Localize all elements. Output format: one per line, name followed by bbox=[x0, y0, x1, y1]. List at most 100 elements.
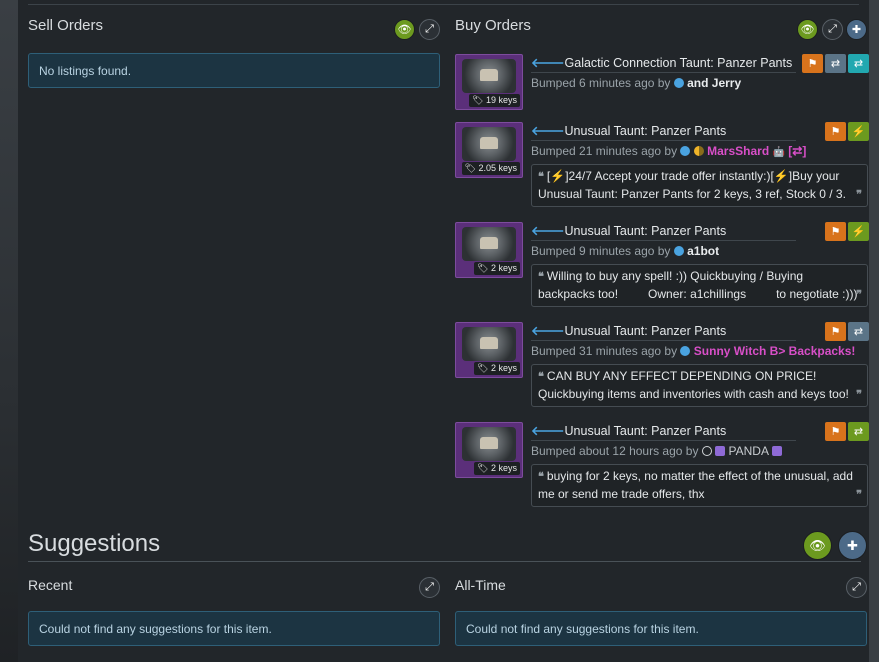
eye-icon: 👁 bbox=[809, 537, 826, 553]
sell-orders-title: Sell Orders bbox=[28, 17, 104, 34]
exchange-icon: ⇄ bbox=[853, 426, 864, 438]
listing-actions: ⚑ ⇄ bbox=[825, 322, 869, 341]
arrow-left-icon: 🡐 bbox=[531, 56, 565, 70]
page-background-left bbox=[0, 0, 18, 662]
suggestions-toggle-visibility-button[interactable]: 👁 bbox=[803, 531, 832, 560]
listing-actions: ⚑ ⚡ bbox=[825, 222, 869, 241]
item-thumbnail[interactable]: 🏷 2.05 keys bbox=[455, 122, 523, 178]
listing-bumped: Bumped 9 minutes ago by a1bot bbox=[531, 244, 720, 258]
listing-item: 🏷 2 keys 🡐Unusual Taunt: Panzer Pants Bu… bbox=[455, 222, 869, 310]
buy-expand-button[interactable]: ⤢ bbox=[822, 19, 843, 40]
listing-bumped: Bumped 31 minutes ago by Sunny Witch B> … bbox=[531, 344, 856, 358]
item-thumbnail[interactable]: 🏷 2 keys bbox=[455, 322, 523, 378]
status-dot-icon bbox=[673, 246, 684, 256]
exchange-icon: ⇄ bbox=[830, 58, 841, 70]
listing-title[interactable]: 🡐Unusual Taunt: Panzer Pants bbox=[531, 224, 796, 241]
expand-icon: ⤢ bbox=[852, 581, 861, 593]
trade-offer-button[interactable]: ⇄ bbox=[825, 54, 846, 73]
listing-bumped: Bumped 6 minutes ago by and Jerry bbox=[531, 76, 742, 90]
alltime-title: All-Time bbox=[455, 577, 506, 593]
recent-expand-button[interactable]: ⤢ bbox=[419, 577, 440, 598]
user-link[interactable]: and Jerry bbox=[687, 76, 741, 90]
listing-actions: ⚑ ⇄ bbox=[825, 422, 869, 441]
page-background-right bbox=[869, 0, 879, 662]
report-button[interactable]: ⚑ bbox=[825, 422, 846, 441]
user-link[interactable]: a1bot bbox=[687, 244, 719, 258]
expand-icon: ⤢ bbox=[425, 581, 434, 593]
buy-add-listing-button[interactable]: ✚ bbox=[846, 19, 867, 40]
status-dot-icon bbox=[680, 346, 691, 356]
instant-trade-button[interactable]: ⚡ bbox=[848, 222, 869, 241]
sell-toggle-visibility-button[interactable]: 👁 bbox=[394, 19, 415, 40]
plus-icon: ✚ bbox=[851, 24, 862, 36]
listing-comment: ❝ CAN BUY ANY EFFECT DEPENDING ON PRICE! … bbox=[531, 364, 868, 407]
listing-bumped: Bumped about 12 hours ago by PANDA bbox=[531, 444, 782, 458]
sell-expand-button[interactable]: ⤢ bbox=[419, 19, 440, 40]
status-dot-icon bbox=[680, 146, 691, 156]
listing-title[interactable]: 🡐Galactic Connection Taunt: Panzer Pants bbox=[531, 56, 796, 73]
tag-icon: 🏷 bbox=[472, 95, 484, 105]
exchange-icon: ⇄ bbox=[853, 326, 864, 338]
price-badge: 🏷 2 keys bbox=[474, 262, 520, 275]
tag-icon: 🏷 bbox=[477, 463, 489, 473]
report-button[interactable]: ⚑ bbox=[825, 122, 846, 141]
item-image bbox=[462, 327, 516, 361]
report-button[interactable]: ⚑ bbox=[825, 222, 846, 241]
listing-title[interactable]: 🡐Unusual Taunt: Panzer Pants bbox=[531, 124, 796, 141]
user-link[interactable]: MarsShard bbox=[707, 144, 769, 158]
sell-empty-notice: No listings found. bbox=[28, 53, 440, 88]
arrow-left-icon: 🡐 bbox=[531, 424, 565, 438]
price-badge: 🏷 2 keys bbox=[474, 362, 520, 375]
trade-button[interactable]: ⇄ bbox=[848, 54, 869, 73]
report-button[interactable]: ⚑ bbox=[802, 54, 823, 73]
listing-actions: ⚑ ⇄ ⇄ bbox=[802, 54, 869, 73]
lightning-icon: ⚡ bbox=[550, 169, 566, 183]
suggestions-add-button[interactable]: ✚ bbox=[838, 531, 867, 560]
buy-toggle-visibility-button[interactable]: 👁 bbox=[797, 19, 818, 40]
report-button[interactable]: ⚑ bbox=[825, 322, 846, 341]
offline-dot-icon bbox=[701, 446, 712, 456]
listing-item: 🏷 2 keys 🡐Unusual Taunt: Panzer Pants Bu… bbox=[455, 422, 869, 510]
item-thumbnail[interactable]: 🏷 2 keys bbox=[455, 222, 523, 278]
status-dot-icon bbox=[673, 78, 684, 88]
suggestions-divider bbox=[28, 561, 861, 562]
quote-close-icon: ❞ bbox=[856, 289, 862, 301]
plus-icon: ✚ bbox=[847, 537, 858, 553]
listing-title[interactable]: 🡐Unusual Taunt: Panzer Pants bbox=[531, 424, 796, 441]
trade-offer-button[interactable]: ⇄ bbox=[848, 422, 869, 441]
recent-title: Recent bbox=[28, 577, 73, 593]
quote-close-icon: ❞ bbox=[856, 189, 862, 201]
listing-comment: ❝ Willing to buy any spell! :)) Quickbuyi… bbox=[531, 264, 868, 307]
exchange-icon: ⇄ bbox=[853, 58, 864, 70]
instant-trade-button[interactable]: ⚡ bbox=[848, 122, 869, 141]
user-link[interactable]: PANDA bbox=[729, 444, 769, 458]
tag-icon: 🏷 bbox=[477, 363, 489, 373]
item-thumbnail[interactable]: 🏷 2 keys bbox=[455, 422, 523, 478]
quote-close-icon: ❞ bbox=[856, 489, 862, 501]
badge-icon bbox=[771, 446, 782, 456]
listing-bumped: Bumped 21 minutes ago by MarsShard 🤖 [⇄] bbox=[531, 144, 807, 158]
quote-open-icon: ❝ bbox=[538, 471, 544, 483]
premium-icon bbox=[693, 146, 704, 156]
lightning-icon: ⚡ bbox=[851, 126, 866, 138]
eye-icon: 👁 bbox=[397, 24, 412, 36]
trade-offer-button[interactable]: ⇄ bbox=[848, 322, 869, 341]
badge-icon bbox=[715, 446, 726, 456]
item-image bbox=[462, 59, 516, 93]
suggestions-title: Suggestions bbox=[28, 530, 161, 557]
top-divider bbox=[28, 4, 859, 5]
lightning-icon: ⚡ bbox=[851, 226, 866, 238]
item-thumbnail[interactable]: 🏷 19 keys bbox=[455, 54, 523, 110]
arrow-left-icon: 🡐 bbox=[531, 124, 565, 138]
user-link[interactable]: Sunny Witch B> Backpacks! bbox=[694, 344, 856, 358]
trade-icon: [⇄] bbox=[788, 144, 807, 158]
listing-comment: ❝ [⚡]24/7 Accept your trade offer instant… bbox=[531, 164, 868, 207]
price-badge: 🏷 2 keys bbox=[474, 462, 520, 475]
quote-open-icon: ❝ bbox=[538, 271, 544, 283]
lightning-icon: ⚡ bbox=[773, 169, 789, 183]
alltime-expand-button[interactable]: ⤢ bbox=[846, 577, 867, 598]
eye-icon: 👁 bbox=[800, 24, 815, 36]
listing-comment: ❝ buying for 2 keys, no matter the effect… bbox=[531, 464, 868, 507]
listing-title[interactable]: 🡐Unusual Taunt: Panzer Pants bbox=[531, 324, 796, 341]
tag-icon: 🏷 bbox=[477, 263, 489, 273]
